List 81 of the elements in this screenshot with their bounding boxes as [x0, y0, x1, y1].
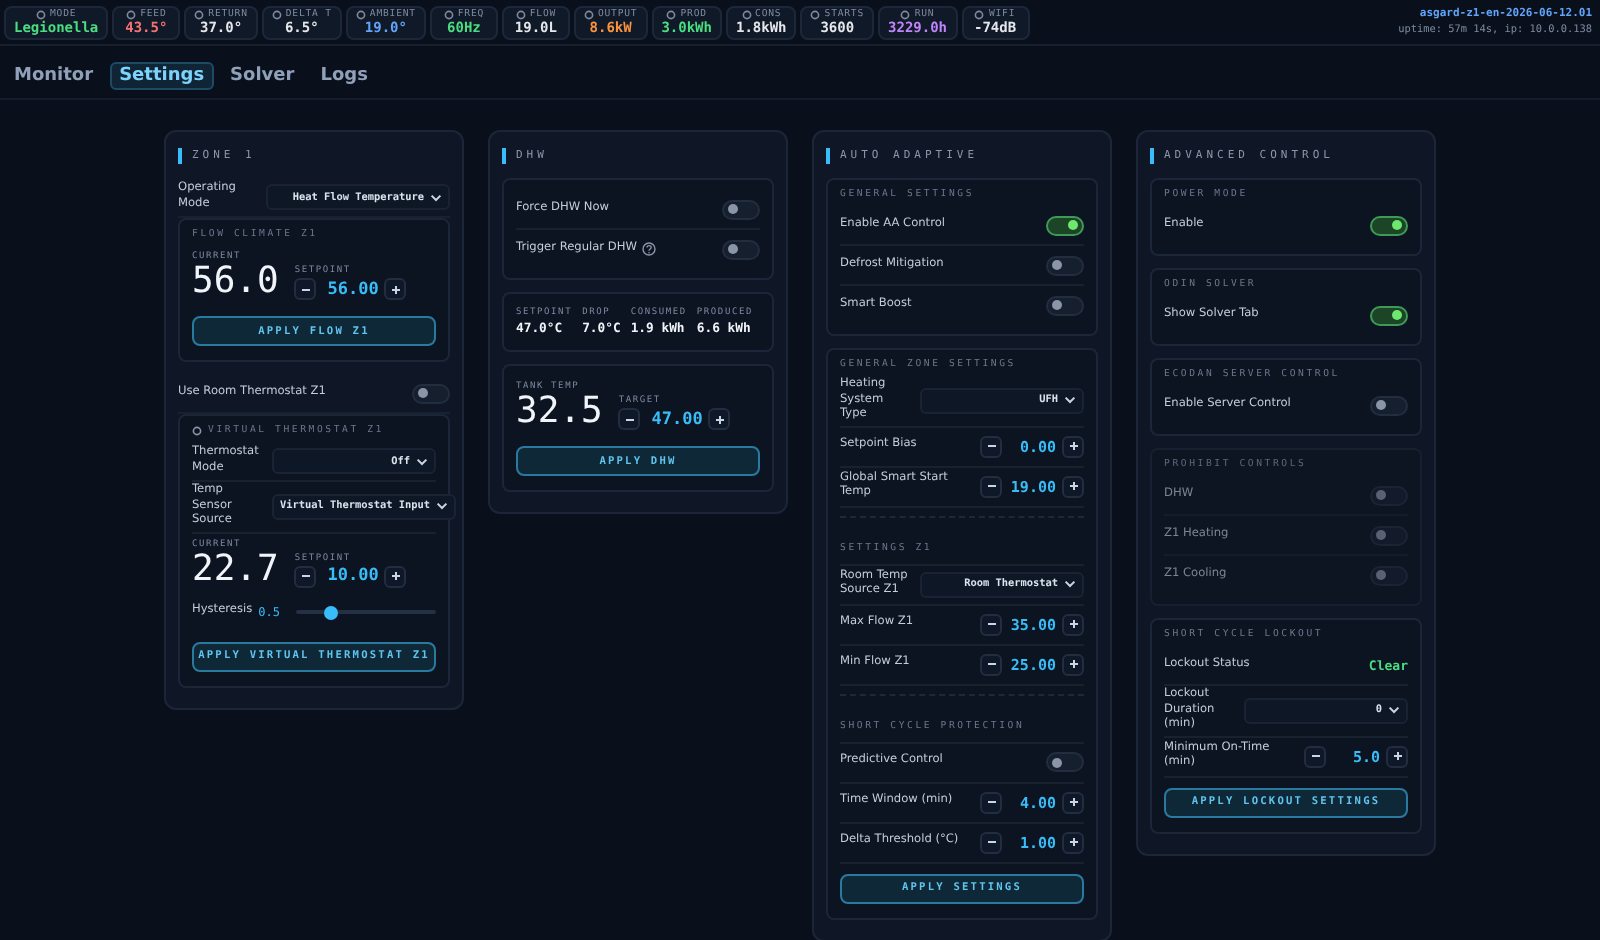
increase-button[interactable]	[1062, 613, 1084, 636]
stepper-value: 56.00	[325, 279, 379, 299]
caret-icon	[435, 502, 448, 511]
increase-button[interactable]	[708, 408, 731, 430]
toggle-switch[interactable]	[722, 239, 760, 259]
minus-icon	[985, 796, 997, 809]
toggle-switch[interactable]	[1046, 295, 1084, 315]
decrease-button[interactable]	[294, 278, 317, 300]
ring-icon	[126, 9, 137, 19]
current-reading: 32.5	[516, 394, 603, 430]
minus-icon	[985, 618, 997, 631]
plus-icon	[713, 413, 726, 425]
toggle-switch[interactable]	[1370, 305, 1408, 325]
decrease-button[interactable]	[980, 653, 1002, 676]
minus-icon	[1309, 750, 1321, 763]
decrease-button[interactable]	[980, 475, 1002, 498]
decrease-button[interactable]	[980, 435, 1002, 458]
plus-icon	[1067, 618, 1079, 631]
stepper-value: 10.00	[325, 566, 379, 587]
ring-icon	[583, 9, 594, 19]
decrease-button[interactable]	[980, 831, 1002, 854]
decrease-button[interactable]	[294, 565, 317, 588]
minus-icon	[985, 658, 997, 671]
toggle-switch[interactable]	[1046, 215, 1084, 235]
ring-icon	[900, 9, 911, 19]
stepper-value: 47.00	[649, 409, 703, 429]
ring-icon	[271, 9, 282, 19]
plus-icon	[1067, 440, 1079, 453]
ring-icon	[974, 9, 985, 19]
toggle-switch[interactable]	[1370, 215, 1408, 235]
tab[interactable]: Solver	[220, 62, 305, 90]
minus-icon	[299, 570, 312, 583]
decrease-button[interactable]	[1304, 745, 1326, 768]
plus-icon	[1391, 750, 1403, 763]
ring-icon	[36, 9, 46, 19]
tab[interactable]: Settings	[109, 62, 215, 90]
caret-icon	[1388, 706, 1400, 715]
ring-icon	[741, 9, 752, 19]
minus-icon	[985, 440, 997, 453]
toggle-switch[interactable]	[1046, 255, 1084, 275]
plus-icon	[1067, 658, 1079, 671]
increase-button[interactable]	[1062, 475, 1084, 498]
tab[interactable]: Logs	[310, 62, 378, 90]
toggle-switch[interactable]	[1046, 752, 1084, 773]
tab[interactable]: Monitor	[4, 62, 104, 90]
plus-icon	[389, 570, 402, 583]
slider-thumb[interactable]	[324, 605, 338, 620]
increase-button[interactable]	[1062, 831, 1084, 854]
current-reading: 56.0	[192, 264, 279, 300]
minus-icon	[985, 836, 997, 849]
caret-icon	[1064, 396, 1076, 405]
ring-icon	[810, 9, 821, 19]
plus-icon	[1067, 836, 1079, 849]
ring-icon	[666, 9, 677, 19]
decrease-button[interactable]	[980, 613, 1002, 636]
minus-icon	[623, 413, 636, 425]
increase-button[interactable]	[1386, 745, 1408, 768]
ring-icon	[515, 9, 526, 19]
plus-icon	[389, 283, 402, 295]
current-reading: 22.7	[192, 551, 279, 588]
toggle-switch[interactable]	[412, 383, 450, 403]
minus-icon	[299, 283, 312, 295]
increase-button[interactable]	[1062, 435, 1084, 458]
ring-icon	[443, 9, 454, 19]
ring-icon	[355, 9, 366, 19]
plus-icon	[1067, 480, 1079, 493]
caret-icon	[416, 457, 428, 465]
increase-button[interactable]	[384, 278, 407, 300]
toggle-switch[interactable]	[722, 199, 760, 219]
caret-icon	[430, 193, 442, 201]
slider-track[interactable]	[296, 610, 436, 615]
ring-icon	[194, 9, 205, 19]
toggle-switch[interactable]	[1370, 395, 1408, 415]
decrease-button[interactable]	[980, 791, 1002, 814]
caret-icon	[1064, 580, 1076, 589]
increase-button[interactable]	[1062, 653, 1084, 676]
increase-button[interactable]	[1062, 791, 1084, 814]
increase-button[interactable]	[384, 565, 407, 588]
decrease-button[interactable]	[618, 408, 641, 430]
minus-icon	[985, 480, 997, 493]
plus-icon	[1067, 796, 1079, 809]
